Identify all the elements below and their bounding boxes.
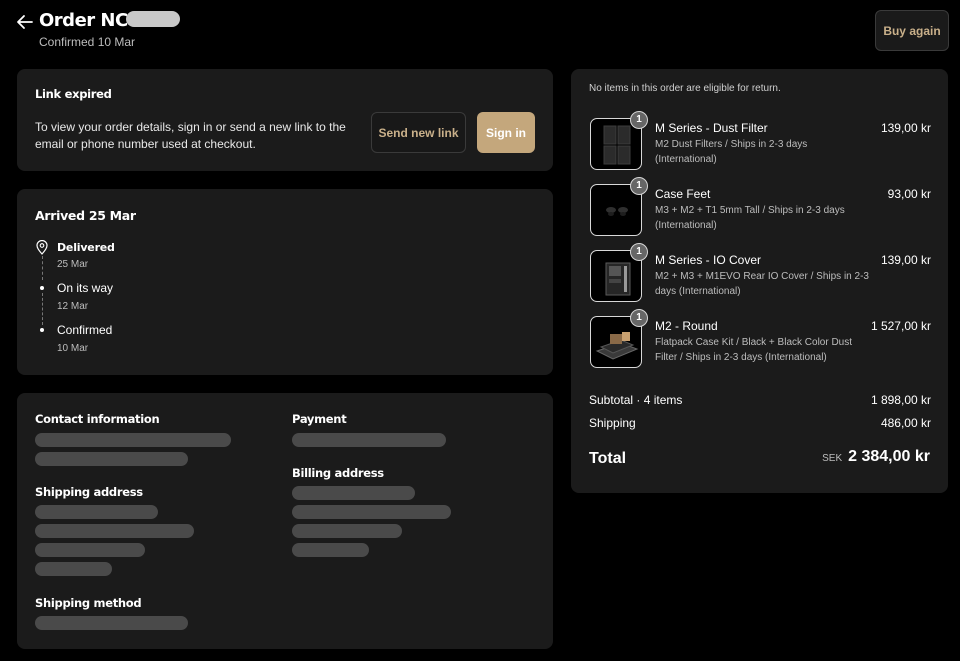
currency-code: SEK [822,453,843,464]
placeholder-line [292,486,415,500]
timeline-dot [40,286,44,290]
total-label: Total [589,450,627,467]
placeholder-line [292,433,446,447]
order-summary-card: No items in this order are eligible for … [571,69,948,493]
payment-heading: Payment [292,412,347,426]
link-expired-message: To view your order details, sign in or s… [35,120,346,151]
page-title: Order NC [39,10,128,31]
shipping-address-heading: Shipping address [35,485,143,499]
return-eligibility-note: No items in this order are eligible for … [589,83,781,94]
back-button[interactable] [16,12,34,32]
total-value-group: SEK 2 384,00 kr [822,448,930,466]
order-item: 1 Case Feet M3 + M2 + T1 5mm Tall / Ship… [589,177,931,243]
placeholder-line [35,505,158,519]
arrow-left-icon [17,15,33,29]
timeline-step-label: Delivered [57,241,115,254]
item-price: 139,00 kr [880,121,931,135]
item-price: 93,00 kr [887,187,931,201]
timeline-connector [42,293,43,325]
order-title: Order NC [39,10,180,31]
quantity-badge: 1 [630,111,648,129]
item-name: M Series - IO Cover [655,253,762,267]
quantity-badge: 1 [630,177,648,195]
placeholder-line [292,524,402,538]
placeholder-line [35,616,188,630]
placeholder-line [35,524,194,538]
link-expired-card: Link expired To view your order details,… [17,69,553,171]
buy-again-button[interactable]: Buy again [875,10,949,51]
map-pin-icon [36,240,48,255]
item-description: M2 + M3 + M1EVO Rear IO Cover / Ships in… [655,271,869,297]
subtotal-row: Subtotal · 4 items 1 898,00 kr [589,393,931,407]
quantity-badge: 1 [630,243,648,261]
item-name: M Series - Dust Filter [655,121,768,135]
placeholder-line [292,543,369,557]
order-item: 1 M Series - Dust Filter M2 Dust Filters… [589,111,931,177]
placeholder-line [292,505,451,519]
placeholder-line [35,543,145,557]
timeline-step-date: 10 Mar [57,343,89,354]
total-value: 2 384,00 kr [848,448,930,465]
shipping-label: Shipping [589,416,636,430]
subtotal-value: 1 898,00 kr [870,393,931,407]
shipping-method-heading: Shipping method [35,596,142,610]
quantity-badge: 1 [630,309,648,327]
placeholder-line [35,433,231,447]
link-expired-heading: Link expired [35,87,112,101]
billing-address-heading: Billing address [292,466,384,480]
shipping-row: Shipping 486,00 kr [589,416,931,430]
placeholder-line [35,562,112,576]
order-item: 1 M2 - Round Flatpack Case Kit / Black +… [589,309,931,375]
item-description: M3 + M2 + T1 5mm Tall / Ships in 2-3 day… [655,205,845,231]
item-description: Flatpack Case Kit / Black + Black Color … [655,337,853,363]
delivery-status-card: Arrived 25 Mar Delivered 25 Mar On its w… [17,189,553,375]
timeline-step-date: 12 Mar [57,301,89,312]
contact-information-heading: Contact information [35,412,160,426]
page-header: Order NC Confirmed 10 Mar Buy again [16,10,949,54]
customer-details-card: Contact information Shipping address Shi… [17,393,553,649]
timeline-step-label: On its way [57,281,114,295]
order-status: Confirmed 10 Mar [39,35,136,49]
timeline-step-date: 25 Mar [57,259,89,270]
placeholder-line [35,452,188,466]
shipping-value: 486,00 kr [880,416,931,430]
subtotal-label: Subtotal · 4 items [589,393,683,407]
item-name: Case Feet [655,187,711,201]
item-price: 139,00 kr [880,253,931,267]
timeline-dot [40,328,44,332]
item-name: M2 - Round [655,319,718,333]
redacted-order-number [125,11,180,27]
item-description: M2 Dust Filters / Ships in 2-3 days (Int… [655,139,808,165]
item-price: 1 527,00 kr [870,319,931,333]
sign-in-button[interactable]: Sign in [477,112,535,153]
send-new-link-button[interactable]: Send new link [371,112,466,153]
order-item: 1 M Series - IO Cover M2 + M3 + M1EVO Re… [589,243,931,309]
timeline-connector [42,256,43,280]
arrival-heading: Arrived 25 Mar [35,208,136,223]
timeline-step-label: Confirmed [57,323,113,337]
